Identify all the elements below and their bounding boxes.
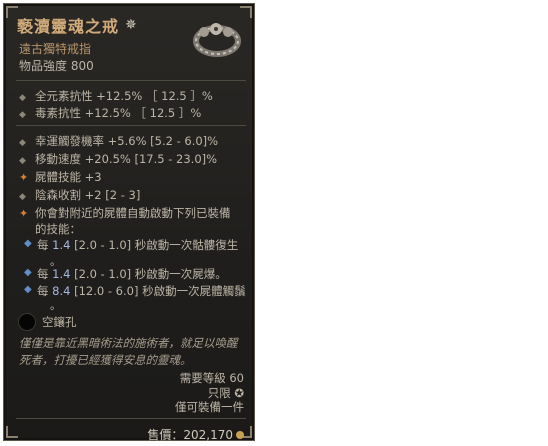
item-tooltip: 褻瀆靈魂之戒 ✵ 遠古獨特戒指 物品強度 800 ◆ 全元素抗性 +12.5% ［…	[3, 3, 255, 443]
frame-corner	[240, 6, 252, 18]
flavor-text: 僅僅是靠近黑暗術法的施術者，就足以喚醒死者，打擾已經獲得安息的靈魂。	[19, 336, 238, 367]
diamond-bullet-icon: ◆	[19, 156, 26, 166]
diamond-bullet-icon: ◆	[19, 93, 26, 103]
empty-socket: 空鑲孔	[18, 313, 77, 331]
unique-power-entry: 每 1.4 [2.0 - 1.0] 秒啟動一次屍爆。	[37, 267, 227, 281]
unique-power-entry: 每 1.4 [2.0 - 1.0] 秒啟動一次骷髏復生	[37, 238, 239, 252]
ring-icon	[193, 23, 241, 57]
sell-price: 售價：202,170	[147, 426, 244, 443]
required-level: 需要等級 60	[179, 371, 244, 385]
divider	[16, 418, 246, 419]
sub-bullet-icon: ◆	[24, 267, 32, 278]
warning-icon: ✪	[230, 386, 244, 400]
implicit-affix: ◆ 毒素抗性 +12.5% ［ 12.5 ］%	[19, 106, 202, 120]
unique-power-cont: 的技能：	[35, 222, 81, 236]
star-icon: ✵	[125, 17, 137, 33]
item-type: 遠古獨特戒指	[19, 42, 92, 56]
affix: ◆ 陰森收割 +2 [2 - 3]	[19, 188, 141, 202]
sub-bullet-icon: ◆	[24, 284, 32, 295]
star-bullet-icon: ✦	[19, 207, 29, 220]
diamond-bullet-icon: ◆	[19, 110, 26, 120]
gold-coin-icon	[236, 430, 244, 439]
socket-label: 空鑲孔	[42, 315, 77, 329]
title-row: 褻瀆靈魂之戒 ✵	[17, 13, 137, 37]
divider	[16, 125, 246, 126]
equip-limit: 僅可裝備一件	[175, 400, 244, 414]
affix: ◆ 移動速度 +20.5% [17.5 - 23.0]%	[19, 152, 218, 166]
unique-power: ✦ 你會對附近的屍體自動啟動下列已裝備	[19, 206, 231, 220]
star-bullet-icon: ✦	[19, 171, 29, 184]
item-name: 褻瀆靈魂之戒	[17, 17, 120, 36]
socket-icon	[18, 313, 36, 331]
unique-power-entry: 每 8.4 [12.0 - 6.0] 秒啟動一次屍體觸鬚	[37, 284, 246, 298]
diamond-bullet-icon: ◆	[19, 192, 26, 202]
sub-bullet-icon: ◆	[24, 238, 32, 249]
divider	[16, 80, 246, 81]
affix: ◆ 幸運觸發機率 +5.6% [5.2 - 6.0]%	[19, 134, 219, 148]
implicit-affix: ◆ 全元素抗性 +12.5% ［ 12.5 ］%	[19, 89, 213, 103]
frame-corner	[6, 426, 18, 438]
item-power: 物品強度 800	[19, 59, 94, 73]
unique-power-entry-cont: 。	[50, 299, 61, 312]
affix: ✦ 屍體技能 +3	[19, 170, 102, 184]
diamond-bullet-icon: ◆	[19, 138, 26, 148]
